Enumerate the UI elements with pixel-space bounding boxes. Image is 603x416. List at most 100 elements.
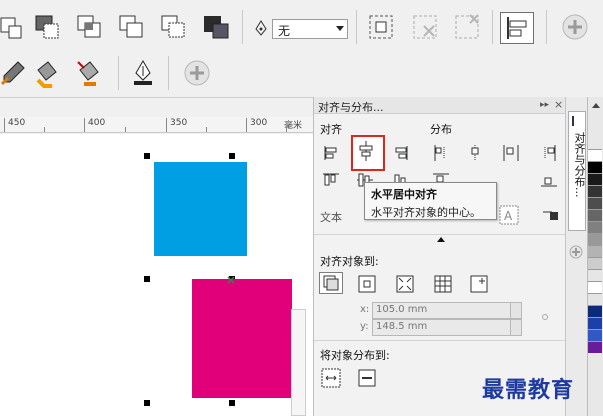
palette-swatch[interactable]: [588, 185, 602, 197]
outline-width-select[interactable]: 无: [272, 19, 348, 39]
y-spin-button[interactable]: [510, 319, 522, 336]
text-section-label: 文本: [320, 211, 342, 224]
ruler-tick: [4, 118, 5, 132]
ruler-label: 350: [170, 118, 188, 128]
palette-swatch[interactable]: [588, 341, 602, 353]
palette-swatch[interactable]: [588, 245, 602, 257]
lock-ratio-icon[interactable]: [542, 314, 548, 320]
lock-position-icon[interactable]: [366, 12, 396, 42]
docker-title: 对齐与分布...: [318, 101, 384, 114]
align-right-button[interactable]: [390, 142, 412, 164]
simplify-icon[interactable]: [118, 12, 148, 42]
x-spin-button[interactable]: [510, 302, 522, 319]
align-center-horizontal-button[interactable]: [351, 135, 385, 171]
back-minus-front-icon[interactable]: [0, 12, 30, 42]
distribute-to-label: 将对象分布到:: [320, 349, 390, 362]
blue-rectangle[interactable]: [154, 162, 247, 256]
color-palette: [587, 97, 603, 416]
tab-align-distribute[interactable]: 对齐与分布...: [568, 111, 586, 231]
y-coordinate-field[interactable]: 148.5 mm: [372, 319, 515, 336]
distribute-center-button[interactable]: [464, 142, 486, 164]
create-boundary-icon[interactable]: [202, 12, 232, 42]
attribute-bucket-icon[interactable]: [74, 58, 104, 88]
magenta-rectangle[interactable]: [192, 279, 292, 398]
selection-handle[interactable]: [144, 400, 150, 406]
align-to-point-button[interactable]: [468, 273, 490, 295]
palette-swatch[interactable]: [588, 317, 602, 329]
collapse-arrow-icon[interactable]: [437, 237, 445, 242]
tooltip-title: 水平居中对齐: [371, 188, 437, 201]
boundary-icon[interactable]: [34, 12, 64, 42]
distribute-bottom-button[interactable]: [538, 169, 560, 191]
front-minus-back-icon[interactable]: [160, 12, 190, 42]
paint-bucket-icon[interactable]: [32, 58, 62, 88]
palette-swatch[interactable]: [588, 293, 602, 305]
palette-swatch[interactable]: [588, 209, 602, 221]
selection-handle[interactable]: [144, 276, 150, 282]
section-divider: [314, 340, 566, 341]
toolbar-separator: [356, 10, 357, 44]
palette-no-color-swatch[interactable]: [588, 149, 602, 161]
ruler-tick: [166, 118, 167, 132]
add-icon[interactable]: [560, 12, 590, 42]
distribute-left-button[interactable]: [430, 142, 452, 164]
palette-swatch[interactable]: [588, 221, 602, 233]
drawing-canvas[interactable]: [0, 134, 313, 416]
palette-swatch[interactable]: [588, 161, 602, 173]
palette-swatch[interactable]: [588, 329, 602, 341]
distribute-to-page-button[interactable]: [356, 367, 378, 389]
palette-swatch[interactable]: [588, 269, 602, 281]
palette-swatch[interactable]: [588, 305, 602, 317]
align-to-page-center-button[interactable]: [394, 273, 416, 295]
text-align-options-button[interactable]: [540, 204, 562, 226]
selection-handle[interactable]: [229, 400, 235, 406]
ruler-tick: [44, 127, 45, 132]
align-distribute-toggle-button[interactable]: [500, 12, 534, 44]
unlock-icon[interactable]: [410, 12, 440, 42]
text-align-button[interactable]: A: [498, 204, 520, 226]
eyedropper-icon[interactable]: [0, 58, 30, 88]
align-to-page-edge-button[interactable]: [356, 273, 378, 295]
distribute-right-button[interactable]: [538, 142, 560, 164]
palette-swatch[interactable]: [588, 281, 602, 293]
ruler-tick: [84, 118, 85, 132]
tab-icon: [572, 116, 584, 126]
toolbar-separator: [118, 56, 119, 90]
palette-swatch[interactable]: [588, 197, 602, 209]
palette-swatch[interactable]: [588, 173, 602, 185]
selection-handle[interactable]: [144, 153, 150, 159]
close-icon[interactable]: ×: [554, 98, 563, 111]
palette-swatch[interactable]: [588, 233, 602, 245]
toolbar-separator: [492, 10, 493, 44]
ruler-label: 450: [8, 118, 26, 128]
section-divider: [314, 234, 566, 235]
intersect-icon[interactable]: [76, 12, 106, 42]
ruler-label: 400: [88, 118, 106, 128]
ruler-tick: [125, 127, 126, 132]
ruler-tick: [246, 118, 247, 132]
align-left-button[interactable]: [320, 142, 342, 164]
vertical-scrollbar[interactable]: [291, 309, 306, 416]
palette-scroll-arrow[interactable]: [592, 103, 600, 108]
x-coordinate-field[interactable]: 105.0 mm: [372, 302, 515, 319]
add-icon[interactable]: [569, 245, 583, 259]
unlock-all-icon[interactable]: [452, 12, 482, 42]
add-icon[interactable]: [182, 58, 212, 88]
distribute-spacing-button[interactable]: [500, 142, 522, 164]
fountain-pen-icon[interactable]: [128, 58, 158, 88]
align-to-label: 对齐对象到:: [320, 255, 379, 268]
ruler-tick: [206, 127, 207, 132]
align-distribute-docker: 对齐与分布... ▸▸ × 对齐 分布 文本 A 对齐对象到: x: 105.0…: [313, 97, 566, 416]
palette-swatch[interactable]: [588, 257, 602, 269]
center-marker-icon: [227, 274, 235, 284]
align-top-button[interactable]: [320, 169, 342, 191]
toolbar-separator: [168, 56, 169, 90]
pen-icon: [254, 20, 268, 36]
docker-collapse-icon[interactable]: ▸▸: [540, 100, 549, 110]
align-to-active-objects-button[interactable]: [319, 272, 343, 294]
docker-side-tab-strip: 对齐与分布...: [565, 97, 587, 416]
align-to-grid-button[interactable]: [432, 273, 454, 295]
distribute-to-selection-button[interactable]: [320, 367, 342, 389]
toolbar-separator: [546, 10, 547, 44]
selection-handle[interactable]: [229, 153, 235, 159]
